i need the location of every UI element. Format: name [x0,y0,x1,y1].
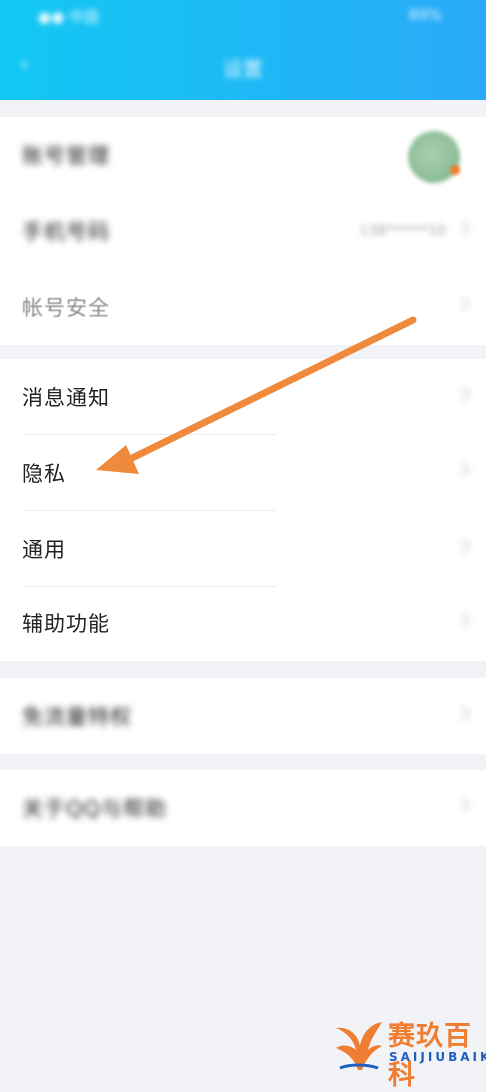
avatar-status-dot [450,165,460,175]
about-help-label: 关于QQ与帮助 [22,797,168,821]
whale-tail-logo-icon [336,1022,382,1070]
chevron-right-icon [455,220,471,236]
account-management-row[interactable]: 账号管理 [0,117,486,193]
data-free-group: 免流量特权 [0,678,486,754]
account-settings-group: 账号管理 手机号码 138******10 帐号安全 [0,117,486,345]
privacy-label: 隐私 [22,462,66,486]
chevron-right-icon [455,296,471,312]
privacy-row[interactable]: 隐私 [0,435,486,511]
chevron-right-icon [455,797,471,813]
status-bar-battery: 89% [408,6,442,24]
page-title: 设置 [223,57,263,81]
about-group: 关于QQ与帮助 [0,770,486,846]
general-row[interactable]: 通用 [0,511,486,587]
data-free-privilege-label: 免流量特权 [22,705,132,729]
chevron-right-icon [455,705,471,721]
chevron-right-icon [455,538,471,554]
chevron-right-icon [455,462,471,478]
about-help-row[interactable]: 关于QQ与帮助 [0,770,486,846]
accessibility-row[interactable]: 辅助功能 [0,585,486,661]
phone-number-value: 138******10 [359,223,446,239]
general-label: 通用 [22,538,66,562]
phone-number-label: 手机号码 [22,220,110,244]
chevron-right-icon [455,386,471,402]
data-free-privilege-row[interactable]: 免流量特权 [0,678,486,754]
avatar [408,131,460,183]
account-security-row[interactable]: 帐号安全 [0,269,486,345]
watermark-brand-sub: SAIJIUBAIKE [389,1050,486,1064]
status-bar-carrier: ●● 中国 [38,8,99,26]
chevron-right-icon [455,612,471,628]
account-management-label: 账号管理 [22,144,110,168]
general-settings-group: 消息通知 隐私 通用 辅助功能 [0,359,486,661]
top-navigation-bar: ●● 中国 89% ‹ 设置 [0,0,486,100]
notifications-label: 消息通知 [22,386,110,410]
notifications-row[interactable]: 消息通知 [0,359,486,435]
accessibility-label: 辅助功能 [22,612,110,636]
account-security-label: 帐号安全 [22,296,110,320]
phone-number-row[interactable]: 手机号码 138******10 [0,193,486,269]
